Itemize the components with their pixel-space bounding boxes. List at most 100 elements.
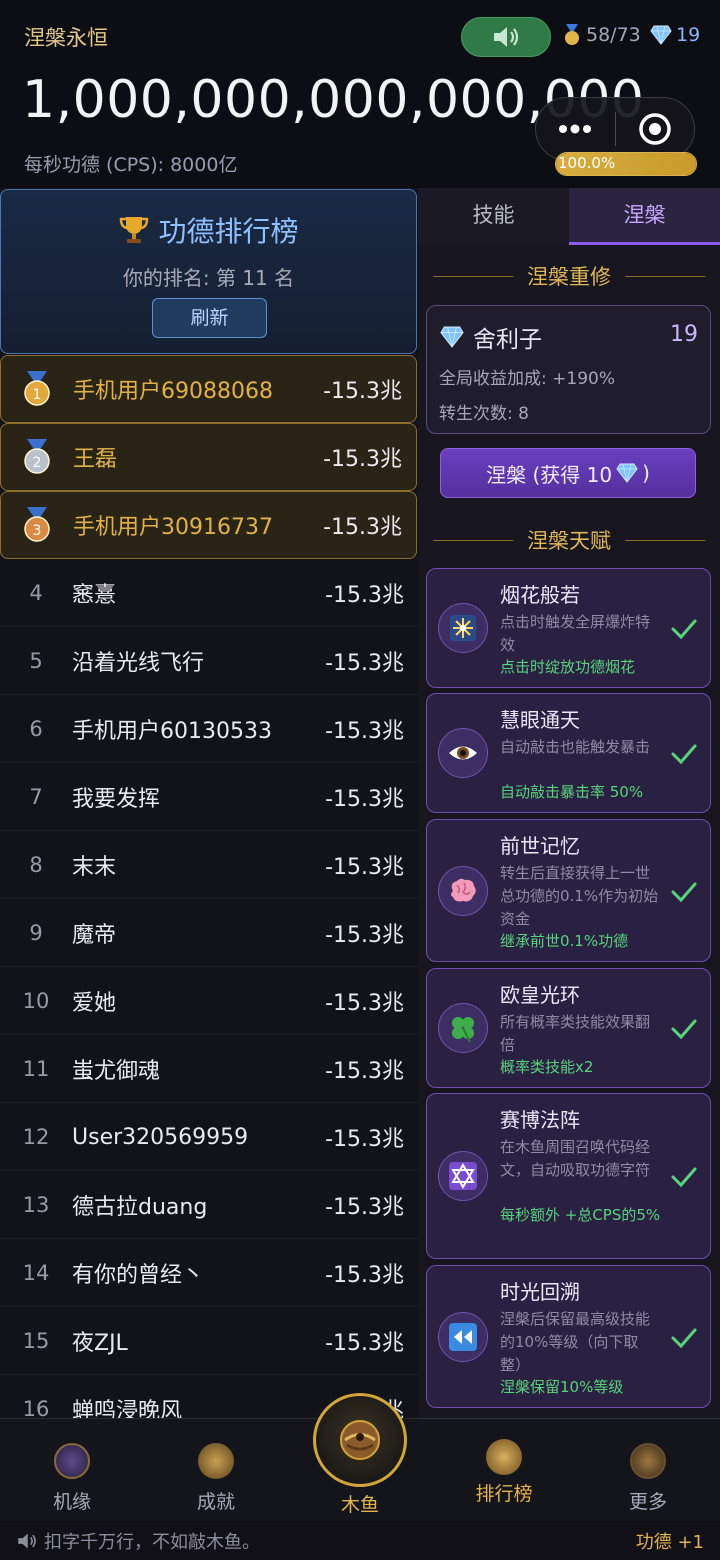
tab-nirvana[interactable]: 涅槃: [569, 188, 720, 245]
relic-card: 舍利子 19 全局收益加成: +190% 转生次数: 8: [426, 305, 711, 434]
star-of-david-icon: [438, 1151, 488, 1201]
talent-card[interactable]: 欧皇光环 所有概率类技能效果翻倍 概率类技能x2: [426, 968, 711, 1088]
leaderboard-row[interactable]: 15 夜ZJL -15.3兆: [0, 1307, 418, 1375]
user-score: -15.3兆: [323, 515, 402, 540]
merit-gain-text: 功德 +1: [635, 1531, 704, 1553]
nav-label: 排行榜: [475, 1483, 533, 1505]
user-name: 沿着光线飞行: [72, 651, 205, 676]
speaker-icon: [18, 1533, 36, 1548]
leaderboard-row[interactable]: 1 手机用户69088068 -15.3兆: [0, 355, 417, 423]
nav-label-wooden-fish: 木鱼: [340, 1494, 379, 1516]
rank-number: 6: [29, 717, 43, 741]
leaderboard-row[interactable]: 3 手机用户30916737 -15.3兆: [0, 491, 417, 559]
buddha-icon: [198, 1443, 234, 1479]
user-score: -15.3兆: [325, 719, 404, 744]
user-score: -15.3兆: [325, 991, 404, 1016]
user-score: -15.3兆: [323, 379, 402, 404]
speaker-icon: [494, 27, 519, 47]
talent-name: 欧皇光环: [500, 983, 580, 1007]
more-menu-button[interactable]: [536, 98, 615, 160]
leaderboard-row[interactable]: 12 User320569959 -15.3兆: [0, 1103, 418, 1171]
relic-name: 舍利子: [439, 320, 542, 354]
nav-label: 更多: [628, 1491, 667, 1513]
check-icon: [671, 1167, 697, 1188]
leaderboard-row[interactable]: 13 德古拉duang -15.3兆: [0, 1171, 418, 1239]
leaderboard-row[interactable]: 9 魔帝 -15.3兆: [0, 899, 418, 967]
leaderboard-row[interactable]: 4 窸憙 -15.3兆: [0, 559, 418, 627]
relic-name-text: 舍利子: [473, 327, 542, 353]
check-icon: [671, 882, 697, 902]
leaderboard-row[interactable]: 6 手机用户60130533 -15.3兆: [0, 695, 418, 763]
close-program-button[interactable]: [616, 98, 695, 160]
app-title: 涅槃永恒: [24, 26, 108, 50]
rank-number: 4: [29, 581, 43, 605]
progress-bar: 100.0%: [555, 152, 697, 176]
rank-number: 10: [22, 989, 50, 1013]
leaderboard-row[interactable]: 10 爱她 -15.3兆: [0, 967, 418, 1035]
trophy-icon: [120, 217, 149, 243]
relic-count: 19: [670, 322, 698, 347]
user-score: -15.3兆: [325, 1331, 404, 1356]
user-score: -15.3兆: [325, 855, 404, 880]
talent-name: 慧眼通天: [500, 708, 580, 732]
nav-item-chance[interactable]: 机缘: [0, 1419, 144, 1522]
talent-effect: 继承前世0.1%功德: [500, 932, 629, 950]
diamond-icon: [650, 25, 672, 45]
leaderboard-icon: [486, 1439, 522, 1475]
rank-number: 16: [22, 1397, 50, 1418]
leaderboard-row[interactable]: 14 有你的曾经丶 -15.3兆: [0, 1239, 418, 1307]
talent-card[interactable]: 赛博法阵 在木鱼周围召唤代码经文，自动吸取功德字符 每秒额外 +总CPS的5%: [426, 1093, 711, 1259]
talent-card[interactable]: 时光回溯涅槃后保留最高级技能的10%等级（向下取整） 涅槃保留10%等级: [426, 1265, 711, 1408]
leaderboard-row[interactable]: 11 蚩尤御魂 -15.3兆: [0, 1035, 418, 1103]
leaderboard-row[interactable]: 8 末末 -15.3兆: [0, 831, 418, 899]
user-score: -15.3兆: [325, 583, 404, 608]
wooden-fish-icon: [340, 1420, 380, 1460]
leaderboard-row[interactable]: 2 王磊 -15.3兆: [0, 423, 417, 491]
eye-icon: [438, 728, 488, 778]
user-name: 末末: [72, 855, 117, 880]
user-name: 有你的曾经丶: [72, 1263, 205, 1288]
nav-item-more[interactable]: 更多: [576, 1419, 720, 1522]
user-name: 手机用户60130533: [72, 719, 272, 744]
talent-name: 时光回溯: [500, 1280, 580, 1304]
user-name: 手机用户30916737: [73, 515, 273, 540]
section-rebirth-text: 涅槃重修: [527, 265, 611, 289]
nav-label: 成就: [196, 1491, 235, 1513]
sound-toggle-button[interactable]: [461, 17, 551, 57]
more-dots-icon: [559, 124, 592, 134]
talent-card[interactable]: 慧眼通天自动敲击也能触发暴击 自动敲击暴击率 50%: [426, 693, 711, 813]
rank-number: 1: [33, 387, 42, 403]
talent-name: 前世记忆: [500, 834, 580, 858]
wooden-fish-button[interactable]: [313, 1393, 407, 1487]
user-name: 爱她: [72, 991, 117, 1016]
user-score: -15.3兆: [325, 651, 404, 676]
brain-icon: [438, 865, 488, 916]
rank-number: 2: [33, 455, 42, 471]
rank-number: 13: [22, 1193, 50, 1217]
header: 涅槃永恒 58/73 19 1,000,000,000,000,000 每秒功德…: [0, 0, 720, 188]
nav-item-leaderboard[interactable]: 排行榜: [432, 1419, 576, 1522]
fireworks-icon: [438, 603, 488, 653]
leaderboard-row[interactable]: 5 沿着光线飞行 -15.3兆: [0, 627, 418, 695]
talent-effect: 涅槃保留10%等级: [500, 1378, 624, 1396]
talent-effect: 自动敲击暴击率 50%: [500, 783, 644, 801]
user-score: -15.3兆: [325, 923, 404, 948]
talent-card[interactable]: 前世记忆 转生后直接获得上一世总功德的0.1%作为初始资金 继承前世0.1%功德: [426, 819, 711, 962]
refresh-button[interactable]: 刷新: [152, 298, 267, 338]
rank-number: 7: [29, 785, 43, 809]
talent-description: 自动敲击也能触发暴击: [500, 738, 651, 756]
medal-icon: [565, 24, 579, 45]
nirvana-button[interactable]: 涅槃 (获得 10 ): [440, 448, 696, 498]
tab-skills[interactable]: 技能: [418, 188, 569, 245]
leaderboard-row[interactable]: 7 我要发挥 -15.3兆: [0, 763, 418, 831]
nav-item-achievements[interactable]: 成就: [144, 1419, 288, 1522]
check-icon: [671, 1019, 697, 1040]
talent-effect: 每秒额外 +总CPS的5%: [500, 1206, 661, 1224]
talent-description: 涅槃后保留最高级技能的10%等级（向下取整）: [500, 1310, 651, 1374]
talent-description: 所有概率类技能效果翻倍: [500, 1013, 651, 1054]
gem-count: 19: [676, 24, 701, 46]
rank-number: 14: [22, 1261, 50, 1285]
rewind-icon: [438, 1311, 488, 1362]
talent-card[interactable]: 烟花般若 点击时触发全屏爆炸特效 点击时绽放功德烟花: [426, 568, 711, 688]
more-icon: [630, 1443, 666, 1479]
